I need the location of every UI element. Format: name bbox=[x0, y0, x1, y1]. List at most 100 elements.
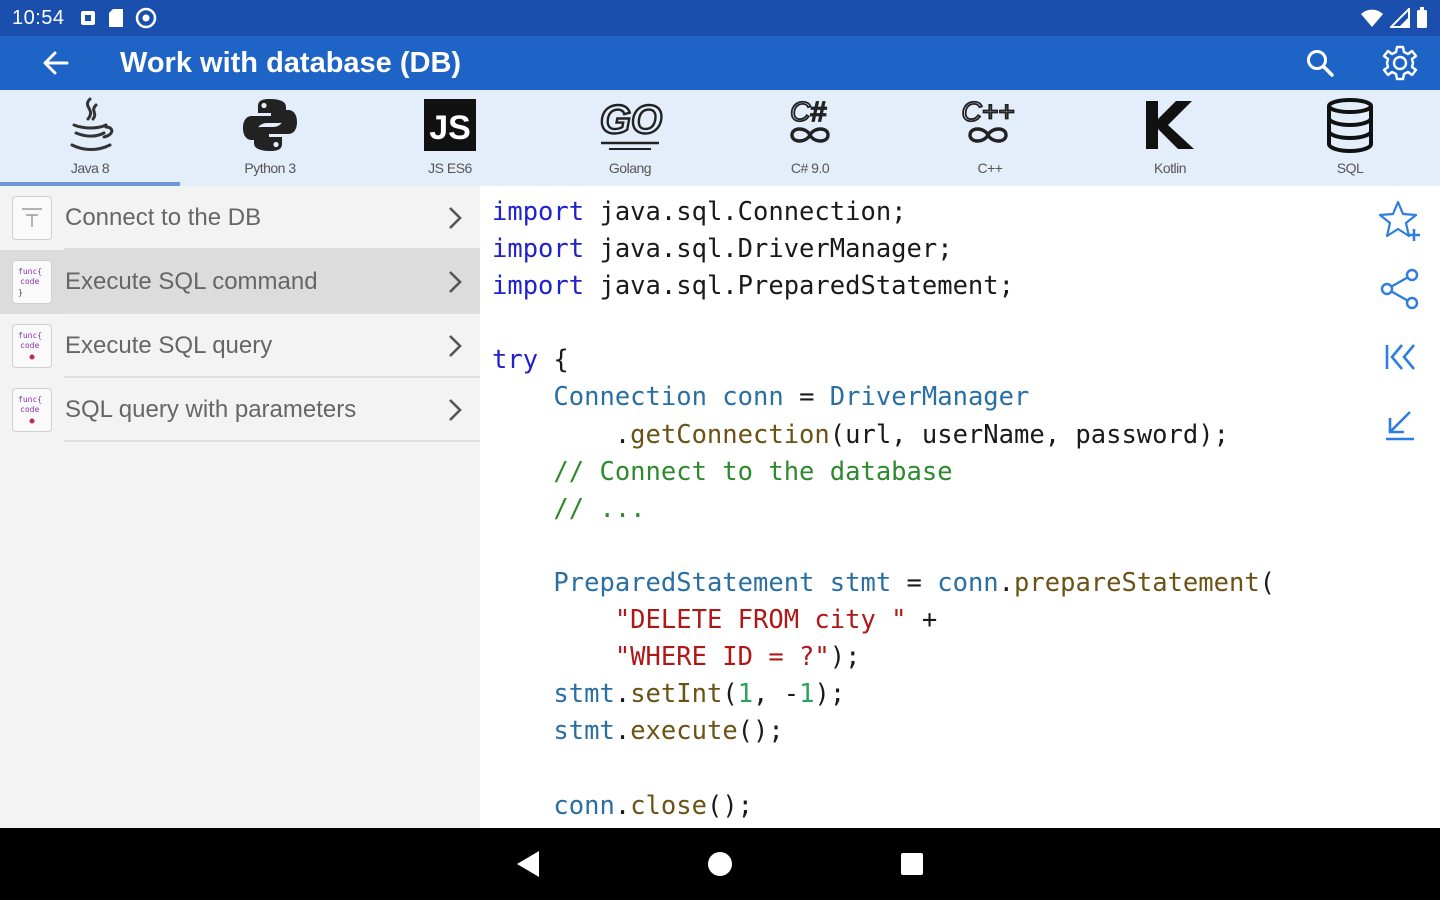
tab-sql[interactable]: SQL bbox=[1260, 90, 1440, 186]
svg-text:code: code bbox=[20, 405, 39, 414]
code-viewer[interactable]: import java.sql.Connection; import java.… bbox=[480, 186, 1360, 828]
code-method: close bbox=[630, 790, 707, 821]
collapse-button[interactable] bbox=[1370, 392, 1430, 458]
tab-cpp[interactable]: C++ C++ bbox=[900, 90, 1080, 186]
tab-csharp[interactable]: C# C# 9.0 bbox=[720, 90, 900, 186]
code-text: ( bbox=[722, 679, 738, 710]
wifi-icon bbox=[1361, 9, 1383, 27]
tab-label: Golang bbox=[608, 160, 652, 176]
code-text: + bbox=[906, 605, 938, 636]
code-text: ( bbox=[1259, 567, 1276, 598]
page-title: Work with database (DB) bbox=[120, 46, 462, 79]
blank-page-icon bbox=[12, 196, 52, 240]
code-text: . bbox=[614, 716, 631, 747]
code-block: import java.sql.Connection; import java.… bbox=[492, 194, 1360, 825]
code-variable: stmt bbox=[553, 716, 615, 747]
code-text: = bbox=[891, 567, 938, 598]
search-button[interactable] bbox=[1280, 36, 1360, 90]
code-variable: conn bbox=[937, 567, 999, 598]
list-item-connect[interactable]: Connect to the DB bbox=[0, 186, 480, 250]
svg-text:C++: C++ bbox=[962, 96, 1014, 127]
share-icon bbox=[1380, 268, 1419, 310]
tab-python[interactable]: Python 3 bbox=[180, 90, 360, 186]
first-page-button[interactable] bbox=[1370, 324, 1430, 390]
tab-java[interactable]: Java 8 bbox=[0, 90, 180, 186]
java-icon bbox=[70, 97, 114, 151]
tab-golang[interactable]: GO Golang bbox=[540, 90, 720, 186]
tab-javascript[interactable]: JS JS ES6 bbox=[360, 90, 540, 186]
list-item-label: SQL query with parameters bbox=[65, 396, 357, 423]
code-string: "DELETE FROM city " bbox=[614, 605, 907, 636]
sd-card-icon bbox=[108, 9, 123, 27]
list-item-label: Execute SQL command bbox=[65, 268, 318, 295]
list-item-query-parameters[interactable]: func{code SQL query with parameters bbox=[0, 378, 480, 442]
tab-label: SQL bbox=[1336, 160, 1364, 176]
nav-home-button[interactable] bbox=[684, 828, 756, 900]
javascript-icon: JS bbox=[424, 99, 476, 151]
tab-label: JS ES6 bbox=[428, 160, 472, 176]
code-variable: conn bbox=[553, 790, 615, 821]
svg-text:C#: C# bbox=[790, 96, 826, 127]
status-notification-icons bbox=[79, 7, 157, 29]
code-text: . bbox=[614, 679, 631, 710]
svg-text:JS: JS bbox=[429, 109, 471, 147]
code-text: . bbox=[614, 790, 631, 821]
code-comment: // Connect to the database bbox=[553, 456, 953, 487]
nav-back-button[interactable] bbox=[492, 828, 564, 900]
code-file-icon: func{code bbox=[12, 388, 52, 432]
code-comment: // ... bbox=[553, 493, 646, 524]
tab-label: Kotlin bbox=[1153, 160, 1187, 176]
code-method: execute bbox=[630, 716, 738, 747]
nav-recents-button[interactable] bbox=[876, 828, 948, 900]
star-add-icon bbox=[1378, 200, 1420, 241]
list-item-execute-command[interactable]: func{code} Execute SQL command bbox=[0, 250, 480, 314]
code-string: "WHERE ID = ?" bbox=[614, 642, 830, 673]
status-system-icons bbox=[1360, 7, 1428, 29]
code-number: 1 bbox=[737, 679, 754, 710]
code-type: Connection bbox=[553, 382, 707, 413]
code-method: getConnection bbox=[630, 419, 830, 450]
code-method: setInt bbox=[630, 679, 723, 710]
code-variable: conn bbox=[706, 382, 784, 413]
golang-icon: GO bbox=[599, 97, 663, 150]
divider bbox=[64, 440, 480, 442]
square-recents-icon bbox=[901, 853, 923, 875]
code-keyword: try bbox=[492, 345, 539, 376]
cell-signal-icon bbox=[1390, 8, 1410, 28]
back-button[interactable] bbox=[0, 36, 110, 90]
favorite-button[interactable] bbox=[1370, 188, 1430, 254]
share-button[interactable] bbox=[1370, 256, 1430, 322]
code-keyword: import bbox=[492, 271, 585, 302]
code-text: (url, userName, password); bbox=[829, 419, 1229, 450]
database-icon bbox=[1327, 98, 1373, 153]
code-number: 1 bbox=[799, 679, 815, 710]
chevron-right-icon bbox=[430, 397, 480, 423]
code-file-icon: func{code bbox=[12, 324, 52, 368]
triangle-back-icon bbox=[517, 851, 539, 877]
svg-text:}: } bbox=[18, 288, 23, 297]
language-tabs: Java 8 Python 3 JS JS ES6 GO Golang C# C… bbox=[0, 90, 1440, 186]
svg-text:code: code bbox=[20, 277, 39, 286]
list-item-label: Connect to the DB bbox=[65, 204, 262, 231]
system-nav-bar bbox=[0, 828, 1440, 900]
first-page-icon bbox=[1385, 344, 1415, 370]
app-bar: Work with database (DB) bbox=[0, 36, 1440, 90]
settings-button[interactable] bbox=[1360, 36, 1440, 90]
cpp-icon: C++ bbox=[962, 95, 1015, 143]
tab-kotlin[interactable]: Kotlin bbox=[1080, 90, 1260, 186]
code-text: java.sql.Connection; bbox=[584, 197, 907, 227]
code-type: DriverManager bbox=[829, 382, 1030, 413]
notification-a-icon bbox=[80, 11, 95, 25]
code-keyword: import bbox=[492, 197, 585, 227]
code-text: (); bbox=[737, 716, 784, 747]
list-item-execute-query[interactable]: func{code Execute SQL query bbox=[0, 314, 480, 378]
gear-icon bbox=[1382, 45, 1418, 81]
battery-icon bbox=[1417, 7, 1427, 28]
topic-list: Connect to the DB func{code} Execute SQL… bbox=[0, 186, 480, 828]
